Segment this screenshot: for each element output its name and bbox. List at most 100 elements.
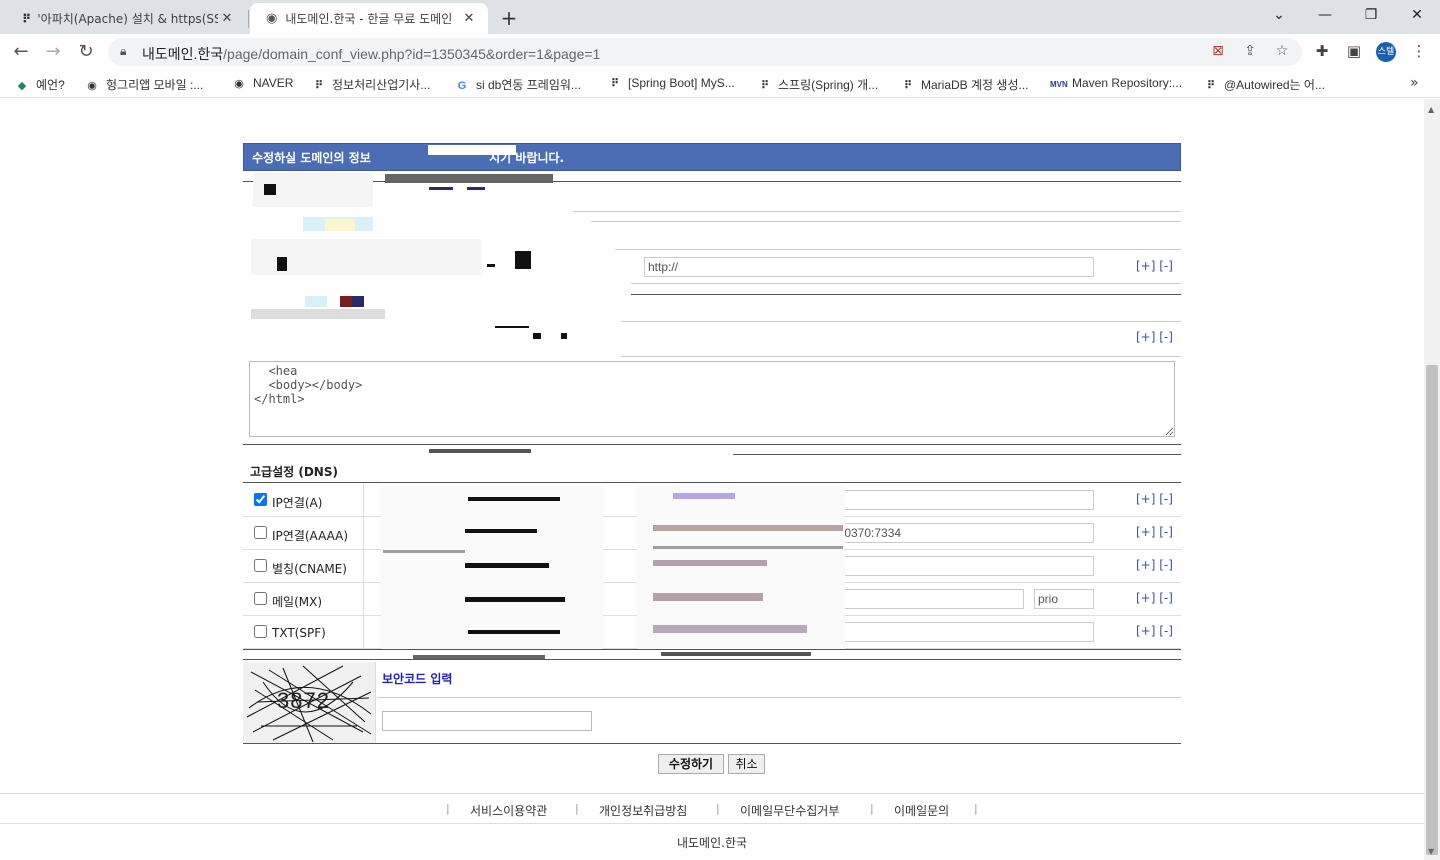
row-divider bbox=[631, 283, 1181, 284]
footer-link-email-inquiry[interactable]: 이메일문의 bbox=[894, 802, 949, 819]
redaction-block bbox=[340, 296, 352, 307]
redaction-block bbox=[467, 187, 485, 190]
bookmark-star-icon[interactable]: ☆ bbox=[1272, 43, 1292, 59]
bookmarks-bar: ◆ 예언? ◉ 헝그리앱 모바일 :... ◉ NAVER ⠟ 정보처리산업기사... … bbox=[0, 70, 1440, 98]
back-arrow-icon[interactable]: ← bbox=[8, 40, 34, 64]
bookmark-item[interactable]: MVN Maven Repository:... bbox=[1050, 76, 1182, 90]
menu-kebab-icon[interactable]: ⋮ bbox=[1408, 42, 1430, 60]
address-bar[interactable]: 🔒︎ 내도메인.한국/page/domain_conf_view.php?id=… bbox=[108, 38, 1302, 66]
plus-minus-controls[interactable]: [+] [-] bbox=[1136, 591, 1173, 605]
redaction-block bbox=[468, 630, 560, 634]
url-host: 내도메인.한국 bbox=[142, 46, 224, 62]
extensions-puzzle-icon[interactable]: ✚ bbox=[1311, 42, 1333, 60]
domain-edit-form: 수정하실 도메인의 정보 시기 바랍니다. http:// [+] [-] [+… bbox=[243, 143, 1181, 774]
profile-avatar[interactable]: 스텔 bbox=[1376, 42, 1396, 62]
close-icon[interactable]: ✕ bbox=[460, 11, 478, 26]
redaction-block bbox=[277, 257, 287, 271]
redaction-block bbox=[653, 525, 843, 531]
section-divider bbox=[243, 743, 1181, 744]
share-icon[interactable]: ⇪ bbox=[1240, 43, 1260, 59]
dns-a-checkbox[interactable] bbox=[254, 493, 267, 506]
url-text[interactable]: 내도메인.한국/page/domain_conf_view.php?id=135… bbox=[142, 44, 600, 64]
tab-apache[interactable]: ⠟ '아파치(Apache) 설치 & https(SS ✕ bbox=[6, 3, 246, 34]
footer-link-privacy[interactable]: 개인정보취급방침 bbox=[599, 802, 687, 819]
dns-mx-checkbox[interactable] bbox=[254, 592, 267, 605]
footer-separator: | bbox=[446, 802, 450, 815]
submit-button[interactable]: 수정하기 bbox=[658, 754, 724, 774]
side-panel-icon[interactable]: ▣ bbox=[1343, 42, 1365, 60]
google-icon: G bbox=[457, 80, 467, 92]
redaction-block bbox=[465, 563, 549, 568]
footer-link-no-email-collection[interactable]: 이메일무단수집거부 bbox=[740, 802, 839, 819]
plus-minus-controls[interactable]: [+] [-] bbox=[1136, 259, 1173, 273]
plus-minus-controls[interactable]: [+] [-] bbox=[1136, 558, 1173, 572]
blocked-popup-icon[interactable]: ⊠ bbox=[1208, 43, 1228, 59]
minimize-button[interactable]: — bbox=[1311, 4, 1339, 26]
row-divider bbox=[377, 697, 1181, 698]
plus-minus-controls[interactable]: [+] [-] bbox=[1136, 492, 1173, 506]
mvn-icon: MVN bbox=[1050, 80, 1068, 89]
dns-txt-value-input[interactable] bbox=[808, 622, 1094, 642]
footer-brand: 내도메인.한국 bbox=[676, 836, 748, 850]
bookmark-item[interactable]: ⠟ [Spring Boot] MyS... bbox=[606, 76, 735, 90]
dns-txt-checkbox[interactable] bbox=[254, 625, 267, 638]
new-tab-button[interactable]: + bbox=[498, 6, 520, 30]
form-header: 수정하실 도메인의 정보 시기 바랍니다. bbox=[243, 143, 1181, 171]
bookmark-item[interactable]: ◆ 예언? bbox=[14, 76, 65, 93]
bookmarks-more-icon[interactable]: » bbox=[1410, 75, 1419, 91]
captcha-input[interactable] bbox=[382, 711, 592, 731]
close-icon[interactable]: ✕ bbox=[218, 11, 236, 26]
bookmark-item[interactable]: Gsi db연동 프레임워... bbox=[454, 76, 581, 93]
dns-row-label: IP연결(AAAA) bbox=[272, 529, 349, 543]
scroll-down-arrow-icon[interactable]: ▼ bbox=[1428, 847, 1434, 856]
footer-separator: | bbox=[575, 802, 579, 815]
dots-icon: ⠟ bbox=[610, 78, 619, 90]
redaction-block bbox=[352, 296, 364, 307]
page-viewport: 수정하실 도메인의 정보 시기 바랍니다. http:// [+] [-] [+… bbox=[0, 99, 1424, 860]
bookmark-item[interactable]: ◉ 헝그리앱 모바일 :... bbox=[84, 76, 203, 93]
close-window-button[interactable]: ✕ bbox=[1403, 4, 1431, 26]
reload-icon[interactable]: ↻ bbox=[73, 40, 99, 64]
page-scrollbar[interactable]: ▲ ▼ bbox=[1424, 99, 1440, 860]
dns-aaaa-checkbox[interactable] bbox=[254, 526, 267, 539]
scroll-up-arrow-icon[interactable]: ▲ bbox=[1428, 105, 1434, 114]
bookmark-item[interactable]: ⠟ MariaDB 계정 생성... bbox=[899, 76, 1029, 93]
forward-arrow-icon[interactable]: → bbox=[40, 40, 66, 64]
tab-domain[interactable]: ◉ 내도메인.한국 - 한글 무료 도메인 ✕ bbox=[250, 3, 488, 34]
footer-link-terms[interactable]: 서비스이용약관 bbox=[470, 802, 547, 819]
dns-aaaa-value-input[interactable] bbox=[808, 523, 1094, 543]
plus-minus-controls[interactable]: [+] [-] bbox=[1136, 330, 1173, 344]
dns-a-value-input[interactable] bbox=[808, 490, 1094, 510]
row-divider bbox=[243, 181, 1181, 182]
bookmark-item[interactable]: ⠟ 정보처리산업기사... bbox=[310, 76, 430, 93]
dns-row-label: 별칭(CNAME) bbox=[272, 562, 347, 576]
redaction-block bbox=[653, 593, 763, 601]
plus-minus-controls[interactable]: [+] [-] bbox=[1136, 525, 1173, 539]
scroll-thumb[interactable] bbox=[1426, 365, 1438, 855]
bookmark-label: [Spring Boot] MyS... bbox=[628, 76, 735, 90]
footer-separator: | bbox=[974, 802, 978, 815]
tab-search-icon[interactable]: ⌄ bbox=[1265, 4, 1293, 26]
dns-row-label: TXT(SPF) bbox=[272, 626, 326, 640]
redaction-block bbox=[653, 625, 807, 633]
restore-button[interactable]: ❐ bbox=[1357, 4, 1385, 26]
section-divider bbox=[243, 482, 1181, 483]
redaction-block bbox=[465, 597, 565, 602]
dns-cname-checkbox[interactable] bbox=[254, 559, 267, 572]
bookmark-item[interactable]: ⠟ @Autowired는 어... bbox=[1202, 76, 1325, 93]
globe-icon: ◉ bbox=[87, 80, 97, 92]
dns-mx-prio-input[interactable] bbox=[1034, 589, 1094, 609]
redaction-block bbox=[305, 296, 327, 307]
redaction-block bbox=[264, 184, 276, 195]
row-divider bbox=[615, 249, 1181, 250]
cancel-button[interactable]: 취소 bbox=[728, 754, 765, 774]
html-source-textarea[interactable]: <hea <body></body> </html> bbox=[249, 361, 1175, 437]
bookmark-item[interactable]: ⠟ 스프링(Spring) 개... bbox=[756, 76, 878, 93]
dns-cname-value-input[interactable] bbox=[808, 556, 1094, 576]
plus-minus-controls[interactable]: [+] [-] bbox=[1136, 624, 1173, 638]
redirect-url-input[interactable] bbox=[644, 257, 1094, 277]
globe-icon: ◉ bbox=[266, 11, 278, 26]
dns-section-title: 고급설정 (DNS) bbox=[250, 465, 338, 479]
url-path: /page/domain_conf_view.php?id=1350345&or… bbox=[223, 46, 601, 62]
bookmark-item[interactable]: ◉ NAVER bbox=[231, 76, 293, 90]
